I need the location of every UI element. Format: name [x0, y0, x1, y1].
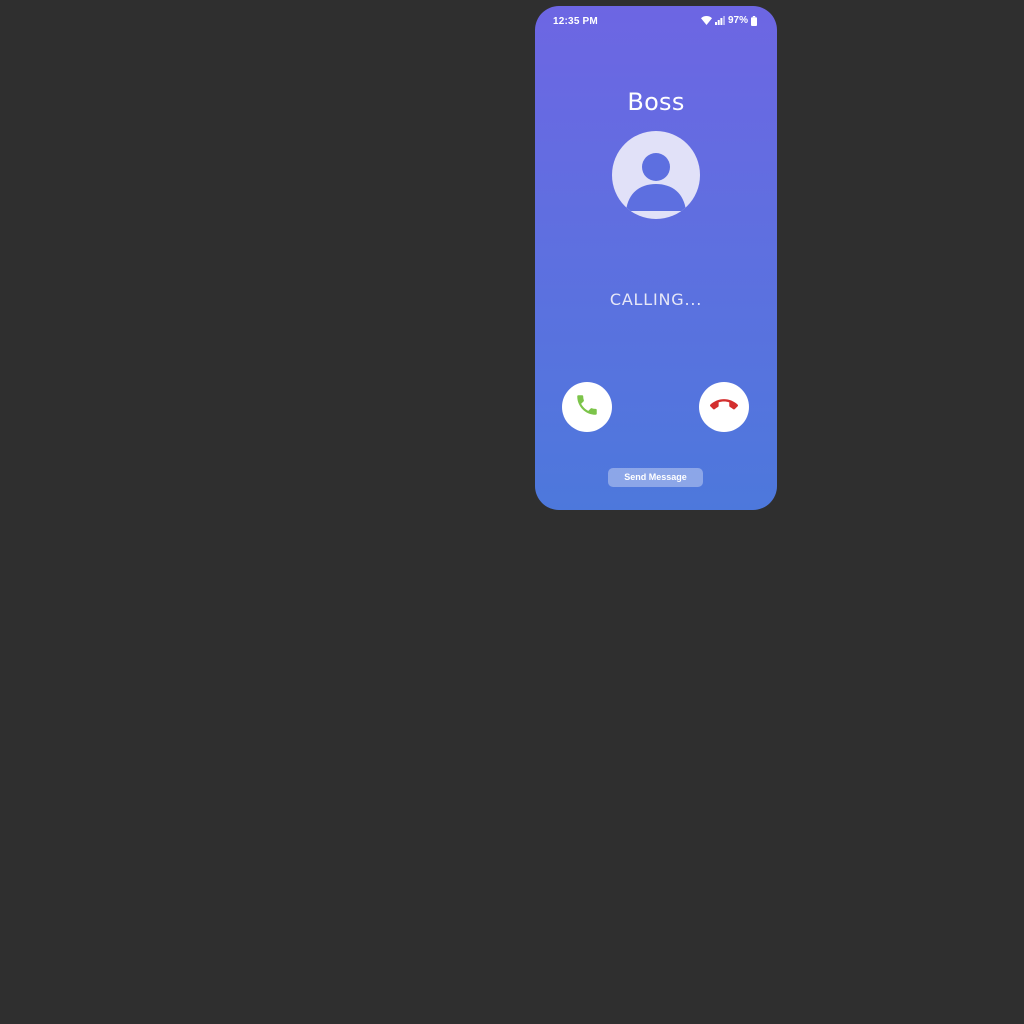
phone-decline-icon [710, 391, 738, 424]
send-message-button[interactable]: Send Message [608, 468, 703, 487]
call-status: CALLING... [609, 290, 703, 309]
caller-name: Boss [627, 88, 685, 116]
status-time: 12:35 PM [553, 16, 598, 27]
person-avatar-icon [612, 131, 700, 219]
battery-percent: 97% [727, 15, 748, 26]
decline-call-button[interactable] [699, 382, 749, 432]
phone-call-screen: 12:35 PM 97% Boss CALLING... Send Messag… [535, 6, 777, 510]
status-indicators: 97% [700, 15, 757, 26]
wifi-icon [700, 16, 712, 25]
signal-icon [714, 16, 725, 25]
status-bar: 12:35 PM 97% [535, 6, 777, 38]
accept-call-button[interactable] [562, 382, 612, 432]
phone-accept-icon [574, 392, 600, 423]
battery-icon [751, 15, 757, 26]
